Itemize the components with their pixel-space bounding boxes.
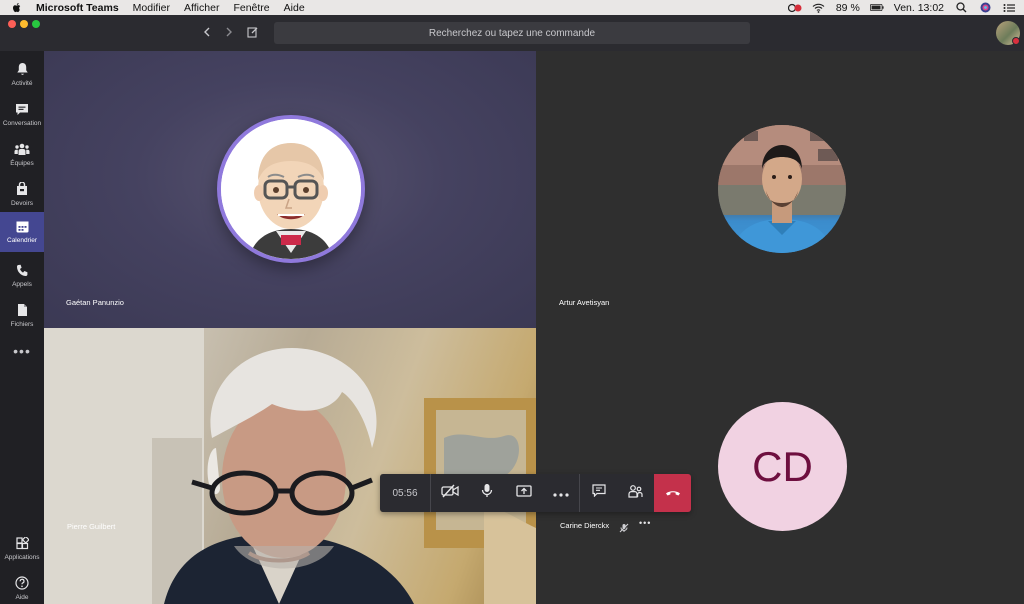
apple-icon[interactable] [10,0,24,15]
rail-item-teams[interactable]: Équipes [0,135,44,175]
hang-up-button[interactable] [654,474,691,512]
rail-label-assignments: Devoirs [10,200,34,207]
call-controls-bar: 05:56 [380,474,691,512]
search-placeholder: Recherchez ou tapez une commande [428,27,596,39]
battery-icon[interactable] [869,2,884,13]
forward-arrow-icon[interactable] [222,26,236,40]
chat-bubble-icon [591,484,606,502]
participant-tile-artur[interactable]: Artur Avetisyan [536,51,1024,328]
menu-app-name[interactable]: Microsoft Teams [36,2,119,14]
menu-help[interactable]: Aide [284,2,305,14]
more-dots-icon [552,484,569,502]
rail-label-calls: Appels [12,281,32,288]
apps-icon [14,535,30,551]
menu-view[interactable]: Afficher [184,2,219,14]
microphone-icon [481,483,493,503]
rail-item-help[interactable]: Aide [0,569,44,604]
hang-up-icon [665,484,681,502]
muted-mic-icon [619,520,629,533]
participant-name: Gaétan Panunzio [66,298,124,307]
more-apps-button[interactable]: ••• [0,343,44,359]
close-window-button[interactable] [8,20,16,28]
app-rail: Activité Conversation Équipes Devoirs Ca… [0,51,44,604]
rail-label-files: Fichiers [10,321,34,328]
camera-off-icon [440,484,459,503]
show-participants-button[interactable] [617,474,654,512]
notification-center-icon[interactable] [1002,2,1016,13]
macos-menu-bar: Microsoft Teams Modifier Afficher Fenêtr… [0,0,1024,15]
siri-icon[interactable] [978,2,992,13]
participant-tile-gaetan[interactable]: Gaétan Panunzio [44,51,536,328]
rail-item-calendar[interactable]: Calendrier [0,212,44,252]
presence-status-dot [1012,37,1020,45]
spotlight-search-icon[interactable] [954,2,968,13]
menu-edit[interactable]: Modifier [133,2,170,14]
more-actions-button[interactable] [542,474,579,512]
share-screen-icon [515,484,532,503]
rail-label-chat: Conversation [2,120,42,127]
battery-percent: 89 % [835,1,860,14]
share-screen-button[interactable] [505,474,542,512]
rail-label-teams: Équipes [10,160,34,167]
back-arrow-icon[interactable] [200,26,214,40]
participant-name: Carine Dierckx [560,521,610,530]
rail-item-files[interactable]: Fichiers [0,296,44,336]
show-conversation-button[interactable] [580,474,617,512]
chat-icon [14,101,30,117]
participant-more-options-icon[interactable]: ••• [639,518,653,528]
rail-label-activity: Activité [11,80,33,87]
participant-photo [718,125,846,253]
teams-icon [14,141,30,157]
participant-tile-pierre[interactable]: Pierre Guilbert [44,328,536,604]
teams-title-bar: Recherchez ou tapez une commande [0,15,1024,51]
rail-item-calls[interactable]: Appels [0,256,44,296]
zoom-window-button[interactable] [32,20,40,28]
rail-item-activity[interactable]: Activité [0,55,44,95]
participant-name: Pierre Guilbert [67,522,116,531]
record-icon[interactable] [787,2,802,13]
bitmoji-avatar-image [217,115,365,263]
camera-toggle-button[interactable] [431,474,468,512]
clock[interactable]: Ven. 13:02 [894,2,944,14]
participant-video-feed [44,328,536,604]
rail-item-assignments[interactable]: Devoirs [0,175,44,215]
participant-tile-carine[interactable]: CD Carine Dierckx ••• [536,328,1024,604]
minimize-window-button[interactable] [20,20,28,28]
compose-icon[interactable] [246,26,260,40]
assignments-icon [14,181,30,197]
participant-name: Artur Avetisyan [559,298,610,307]
phone-icon [14,262,30,278]
participants-icon [628,484,643,503]
calendar-icon [14,218,30,234]
rail-item-apps[interactable]: Applications [0,529,44,569]
wifi-icon[interactable] [812,2,826,13]
bell-icon [14,61,30,77]
search-input[interactable]: Recherchez ou tapez une commande [274,22,750,44]
rail-label-help: Aide [15,594,29,601]
call-timer: 05:56 [392,487,418,499]
menu-window[interactable]: Fenêtre [233,2,269,14]
file-icon [14,302,30,318]
rail-label-apps: Applications [4,554,40,561]
microphone-toggle-button[interactable] [468,474,505,512]
avatar-initials: CD [752,442,813,490]
initials-avatar: CD [718,402,847,531]
help-icon [14,575,30,591]
rail-item-chat[interactable]: Conversation [0,95,44,135]
rail-label-calendar: Calendrier [7,237,37,244]
